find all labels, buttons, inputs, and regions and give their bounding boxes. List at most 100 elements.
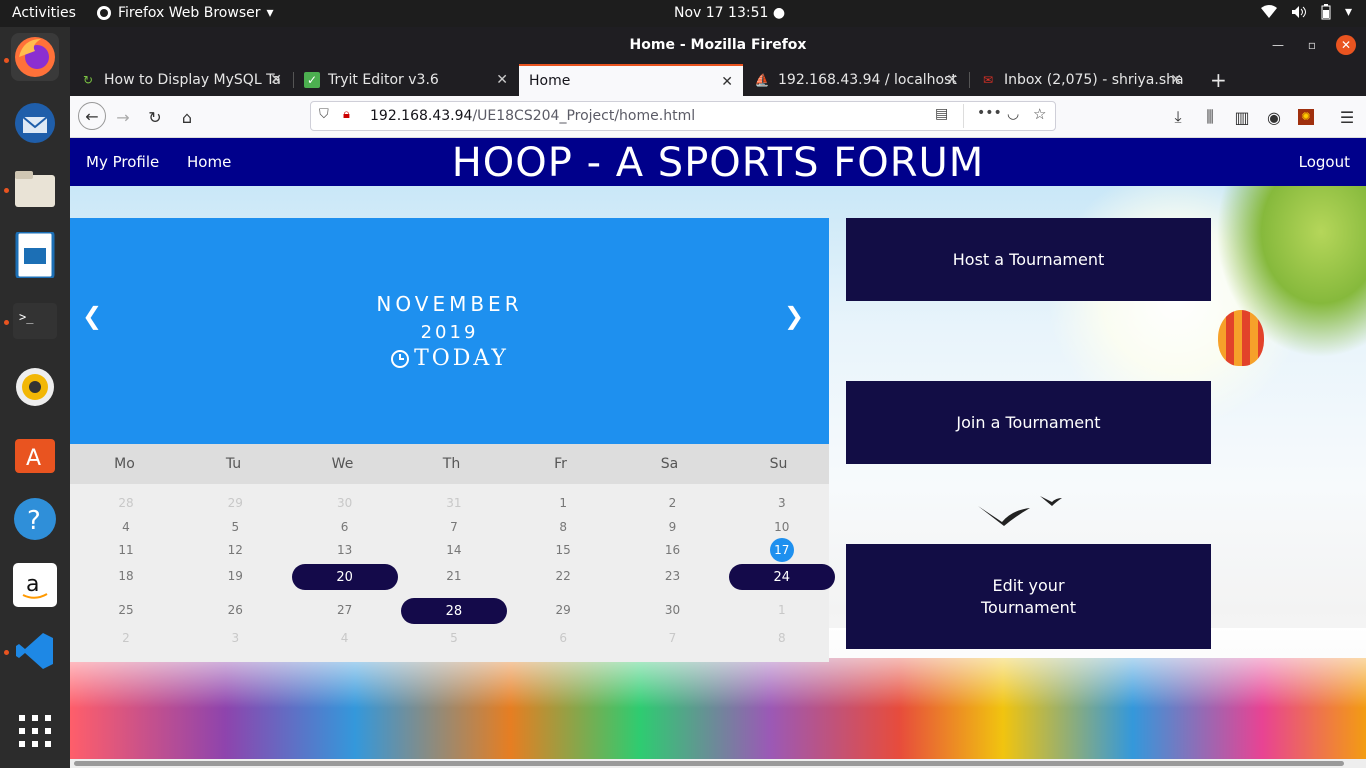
calendar-day[interactable]: 15 bbox=[510, 538, 616, 562]
calendar-day[interactable]: 29 bbox=[510, 598, 616, 622]
tab-phpmyadmin[interactable]: ⛵ 192.168.43.94 / localhost ✕ bbox=[744, 64, 968, 96]
edit-tournament-button[interactable]: Edit your Tournament bbox=[846, 544, 1211, 649]
calendar-day[interactable]: 2 bbox=[73, 626, 179, 650]
app-menu[interactable]: Firefox Web Browser ▾ bbox=[96, 5, 274, 21]
clock[interactable]: Nov 17 13:51 ● bbox=[674, 5, 785, 21]
tab-tryit[interactable]: ✓ Tryit Editor v3.6 ✕ bbox=[294, 64, 518, 96]
vscode-icon[interactable] bbox=[11, 627, 59, 675]
calendar-day[interactable]: 3 bbox=[182, 626, 288, 650]
maximize-icon[interactable]: ▫ bbox=[1302, 35, 1322, 55]
calendar-day[interactable]: 6 bbox=[510, 626, 616, 650]
calendar-day-today[interactable]: 17 bbox=[729, 538, 835, 562]
calendar-day[interactable]: 5 bbox=[182, 515, 288, 539]
calendar-day[interactable]: 18 bbox=[73, 564, 179, 588]
logout-link[interactable]: Logout bbox=[1299, 153, 1350, 171]
account-icon[interactable]: ◉ bbox=[1262, 105, 1286, 129]
activities-button[interactable]: Activities bbox=[12, 5, 76, 21]
calendar-day[interactable]: 19 bbox=[182, 564, 288, 588]
host-tournament-button[interactable]: Host a Tournament bbox=[846, 218, 1211, 301]
calendar-day[interactable]: 5 bbox=[401, 626, 507, 650]
new-tab-button[interactable]: + bbox=[1200, 64, 1230, 96]
tab-mysql[interactable]: ↻ How to Display MySQL Ta ✕ bbox=[70, 64, 292, 96]
next-month-arrow-icon[interactable]: ❯ bbox=[784, 302, 804, 330]
calendar-day[interactable]: 27 bbox=[292, 598, 398, 622]
files-icon[interactable] bbox=[11, 165, 59, 213]
system-tray[interactable]: ▾ bbox=[1260, 4, 1352, 20]
calendar-day-event[interactable]: 28 bbox=[400, 598, 507, 624]
amazon-icon[interactable]: a bbox=[11, 561, 59, 609]
firefox-icon[interactable] bbox=[11, 33, 59, 81]
close-tab-icon[interactable]: ✕ bbox=[270, 72, 282, 88]
writer-icon[interactable] bbox=[11, 231, 59, 279]
calendar-day[interactable]: 14 bbox=[401, 538, 507, 562]
calendar-day[interactable]: 10 bbox=[729, 515, 835, 539]
join-tournament-button[interactable]: Join a Tournament bbox=[846, 381, 1211, 464]
calendar-day[interactable]: 1 bbox=[729, 598, 835, 622]
terminal-icon[interactable]: >_ bbox=[11, 297, 59, 345]
calendar-day[interactable]: 30 bbox=[292, 491, 398, 515]
window-titlebar[interactable]: Home - Mozilla Firefox — ▫ ✕ bbox=[70, 27, 1366, 64]
calendar-day[interactable]: 25 bbox=[73, 598, 179, 622]
calendar-day-event[interactable]: 24 bbox=[728, 564, 835, 590]
pocket-icon[interactable]: ◡ bbox=[1007, 106, 1019, 122]
extension-icon[interactable]: ✺ bbox=[1294, 105, 1318, 129]
scrollbar-thumb[interactable] bbox=[74, 761, 1344, 766]
hamburger-menu-icon[interactable]: ☰ bbox=[1335, 105, 1359, 129]
rhythmbox-icon[interactable] bbox=[11, 363, 59, 411]
calendar-day[interactable]: 8 bbox=[510, 515, 616, 539]
calendar-day[interactable]: 16 bbox=[620, 538, 726, 562]
close-tab-icon[interactable]: ✕ bbox=[496, 72, 508, 88]
calendar-day[interactable]: 31 bbox=[401, 491, 507, 515]
close-tab-icon[interactable]: ✕ bbox=[946, 72, 958, 88]
minimize-icon[interactable]: — bbox=[1268, 35, 1288, 55]
calendar-day[interactable]: 2 bbox=[620, 491, 726, 515]
calendar-day[interactable]: 21 bbox=[401, 564, 507, 588]
help-icon[interactable]: ? bbox=[11, 495, 59, 543]
calendar-day[interactable]: 3 bbox=[729, 491, 835, 515]
shield-icon[interactable]: ⛉ bbox=[319, 107, 329, 122]
calendar-day[interactable]: 29 bbox=[182, 491, 288, 515]
forward-arrow-icon[interactable]: → bbox=[111, 105, 135, 129]
calendar-day[interactable]: 6 bbox=[292, 515, 398, 539]
back-arrow-icon[interactable]: ← bbox=[78, 102, 106, 130]
calendar-day-event[interactable]: 20 bbox=[291, 564, 398, 590]
calendar-day[interactable]: 26 bbox=[182, 598, 288, 622]
calendar-day[interactable]: 12 bbox=[182, 538, 288, 562]
calendar-day[interactable]: 22 bbox=[510, 564, 616, 588]
reload-icon[interactable]: ↻ bbox=[143, 105, 167, 129]
calendar-day[interactable]: 4 bbox=[73, 515, 179, 539]
calendar-day[interactable]: 9 bbox=[620, 515, 726, 539]
sidebar-icon[interactable]: ▥ bbox=[1230, 105, 1254, 129]
calendar-day[interactable]: 7 bbox=[620, 626, 726, 650]
gmail-favicon-icon: ✉ bbox=[982, 73, 994, 87]
horizontal-scrollbar[interactable] bbox=[70, 759, 1366, 768]
close-tab-icon[interactable]: ✕ bbox=[1170, 72, 1182, 88]
calendar-day[interactable]: 7 bbox=[401, 515, 507, 539]
tab-home[interactable]: Home ✕ bbox=[519, 64, 743, 96]
library-icon[interactable]: ⫼ bbox=[1198, 105, 1222, 129]
page-actions-icon[interactable]: ••• bbox=[977, 105, 1002, 121]
close-window-icon[interactable]: ✕ bbox=[1336, 35, 1356, 55]
tab-gmail[interactable]: ✉ Inbox (2,075) - shriya.sha ✕ bbox=[970, 64, 1192, 96]
software-icon[interactable]: A bbox=[11, 429, 59, 477]
calendar-day[interactable]: 11 bbox=[73, 538, 179, 562]
calendar-day[interactable]: 8 bbox=[729, 626, 835, 650]
download-icon[interactable]: ⤓ bbox=[1166, 105, 1190, 129]
insecure-lock-icon[interactable]: 🔒︎ bbox=[343, 107, 350, 122]
reader-view-icon[interactable]: ▤ bbox=[935, 106, 948, 122]
bookmark-star-icon[interactable]: ☆ bbox=[1033, 105, 1046, 123]
app-grid-icon[interactable] bbox=[11, 707, 59, 755]
calendar-day[interactable]: 1 bbox=[510, 491, 616, 515]
calendar-day[interactable]: 23 bbox=[620, 564, 726, 588]
calendar-day[interactable]: 28 bbox=[73, 491, 179, 515]
home-icon[interactable]: ⌂ bbox=[175, 105, 199, 129]
calendar-day[interactable]: 30 bbox=[620, 598, 726, 622]
reload-favicon-icon: ↻ bbox=[82, 73, 94, 87]
thunderbird-icon[interactable] bbox=[11, 99, 59, 147]
today-button[interactable]: TODAY bbox=[70, 346, 829, 371]
url-text[interactable]: 192.168.43.94/UE18CS204_Project/home.htm… bbox=[370, 108, 695, 124]
url-bar[interactable]: ⛉ 🔒︎ 192.168.43.94/UE18CS204_Project/hom… bbox=[310, 101, 1056, 131]
close-tab-icon[interactable]: ✕ bbox=[721, 74, 733, 90]
calendar-day[interactable]: 13 bbox=[292, 538, 398, 562]
calendar-day[interactable]: 4 bbox=[292, 626, 398, 650]
